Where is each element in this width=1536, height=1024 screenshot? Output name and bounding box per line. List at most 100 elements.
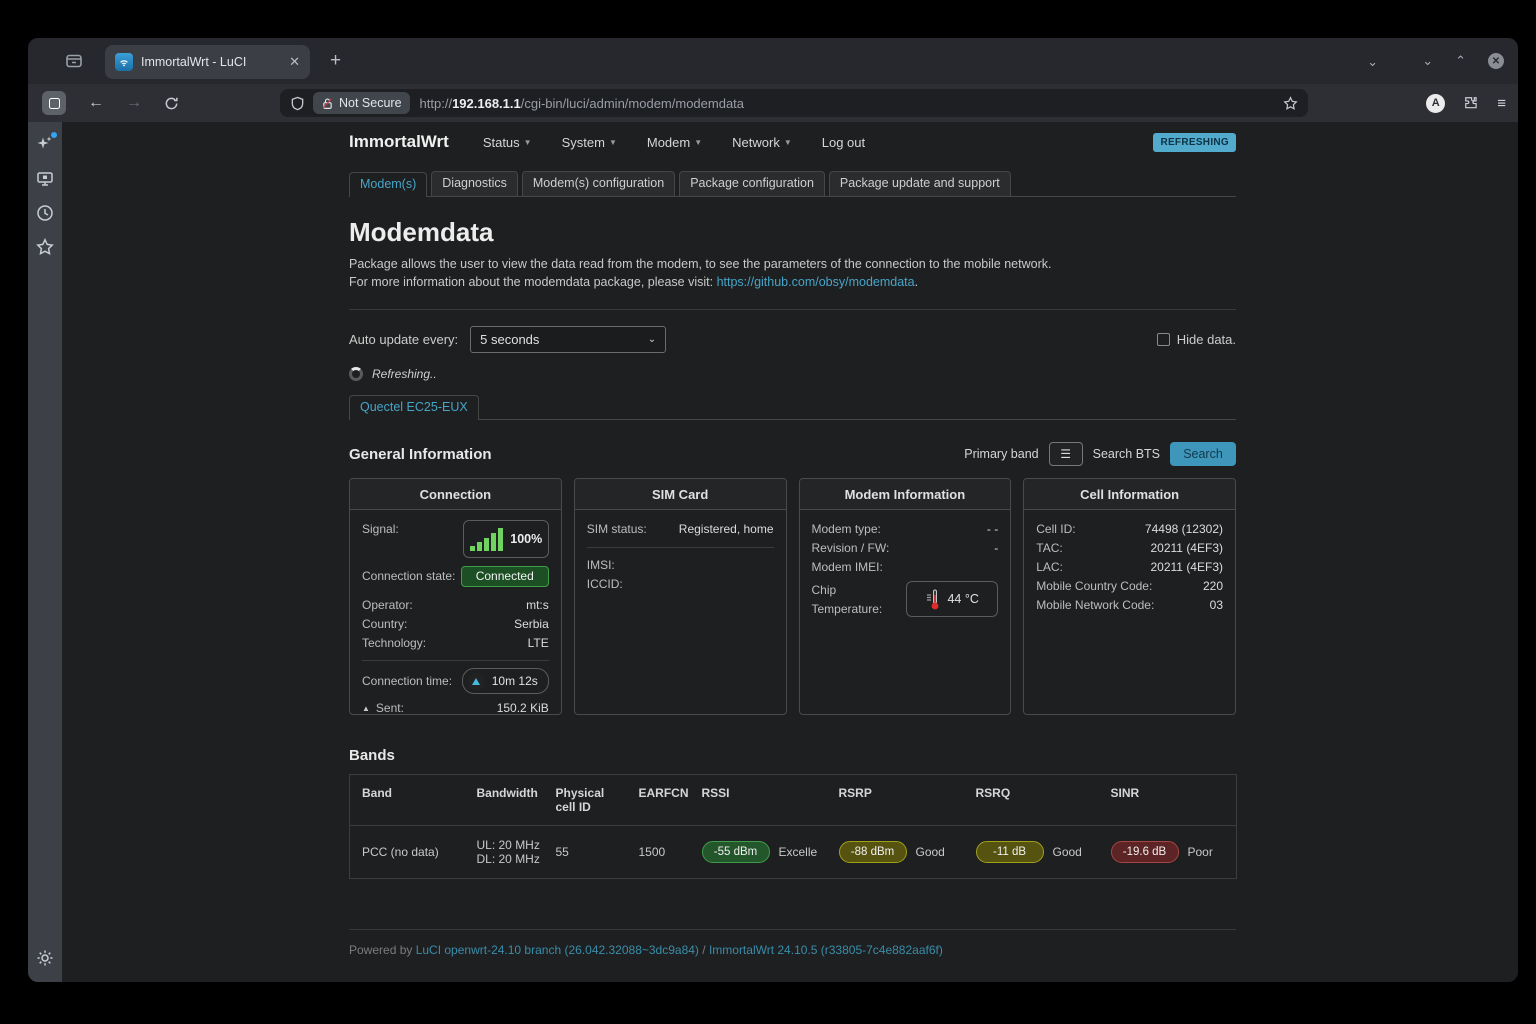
card-title: Cell Information — [1024, 479, 1235, 510]
cell-info-card: Cell Information Cell ID:74498 (12302) T… — [1023, 478, 1236, 715]
menu-hamburger-icon[interactable]: ≡ — [1497, 95, 1506, 112]
timer-icon — [468, 673, 485, 690]
chip-temperature-widget: 44 °C — [906, 581, 998, 617]
window-close-icon[interactable]: ✕ — [1488, 53, 1504, 69]
browser-tab[interactable]: ImmortalWrt - LuCI ✕ — [105, 45, 310, 79]
immortalwrt-version-link[interactable]: ImmortalWrt 24.10.5 (r33805-7c4e882aaf6f… — [709, 943, 943, 957]
card-title: SIM Card — [575, 479, 786, 510]
mcc-value: 220 — [1203, 577, 1223, 596]
sinr-badge: -19.6 dB — [1111, 841, 1179, 863]
refreshing-badge: REFRESHING — [1153, 133, 1236, 152]
url-bar[interactable]: Not Secure http://192.168.1.1/cgi-bin/lu… — [280, 89, 1308, 117]
signal-value: 100% — [510, 530, 542, 549]
chevron-down-icon: ▼ — [524, 138, 532, 147]
col-rsrq: RSRQ — [964, 775, 1099, 826]
tab-modems[interactable]: Modem(s) — [349, 172, 427, 197]
bookmark-star-icon[interactable] — [1283, 96, 1298, 111]
nav-modem[interactable]: Modem▼ — [647, 135, 702, 150]
earfcn-cell: 1500 — [627, 826, 690, 879]
tab-package-configuration[interactable]: Package configuration — [679, 171, 825, 196]
connection-time-widget: 10m 12s — [462, 668, 549, 694]
tab-list-chevron-icon[interactable]: ⌄ — [1367, 54, 1378, 70]
tab-diagnostics[interactable]: Diagnostics — [431, 171, 518, 196]
nav-status[interactable]: Status▼ — [483, 135, 532, 150]
hide-data-checkbox[interactable] — [1157, 333, 1170, 346]
extensions-puzzle-icon[interactable] — [1463, 95, 1479, 111]
connection-time-label: Connection time: — [362, 672, 452, 691]
connection-state-badge: Connected — [461, 566, 549, 587]
rsrq-cell: -11 dBGood — [964, 826, 1099, 879]
window-maximize-icon[interactable]: ⌃ — [1455, 53, 1466, 69]
device-sync-icon[interactable] — [35, 169, 55, 189]
section-tabs: Modem(s) Diagnostics Modem(s) configurat… — [349, 171, 1236, 197]
nav-network[interactable]: Network▼ — [732, 135, 792, 150]
band-cell: PCC (no data) — [350, 826, 465, 879]
shield-icon[interactable] — [290, 96, 305, 111]
lock-crossed-icon — [321, 97, 334, 110]
browser-window: ImmortalWrt - LuCI ✕ + ⌄ ⌄ ⌃ ✕ ← → — [28, 38, 1518, 982]
forward-icon[interactable]: → — [126, 94, 142, 112]
tab-quectel-ec25-eux[interactable]: Quectel EC25-EUX — [349, 395, 479, 420]
nav-system[interactable]: System▼ — [562, 135, 617, 150]
operator-label: Operator: — [362, 596, 413, 615]
sinr-rating: Poor — [1188, 845, 1213, 859]
sim-status-value: Registered, home — [679, 520, 774, 539]
bandwidth-cell: UL: 20 MHzDL: 20 MHz — [465, 826, 544, 879]
rsrp-cell: -88 dBmGood — [827, 826, 964, 879]
modem-type-value: - - — [987, 520, 998, 539]
luci-header: ImmortalWrt Status▼ System▼ Modem▼ Netwo… — [349, 132, 1236, 152]
ai-sparkle-icon[interactable] — [35, 134, 55, 154]
sidebar-toggle-icon[interactable] — [42, 91, 66, 115]
luci-version-link[interactable]: LuCI openwrt-24.10 branch (26.042.32088~… — [416, 943, 699, 957]
divider — [349, 309, 1236, 310]
table-row: PCC (no data) UL: 20 MHzDL: 20 MHz 55 15… — [350, 826, 1237, 879]
revision-value: - — [994, 539, 998, 558]
url-text: http://192.168.1.1/cgi-bin/luci/admin/mo… — [420, 96, 745, 111]
tac-label: TAC: — [1036, 539, 1062, 558]
general-info-heading: General Information — [349, 446, 492, 463]
rsrq-rating: Good — [1053, 845, 1082, 859]
primary-band-label: Primary band — [964, 447, 1038, 461]
tab-modems-configuration[interactable]: Modem(s) configuration — [522, 171, 675, 196]
auto-update-select[interactable]: 5 seconds ⌄ — [470, 326, 666, 353]
device-tabs: Quectel EC25-EUX — [349, 394, 1236, 420]
mnc-value: 03 — [1210, 596, 1223, 615]
window-minimize-icon[interactable]: ⌄ — [1422, 53, 1433, 69]
chip-temperature-label: Chip Temperature: — [812, 581, 907, 619]
back-icon[interactable]: ← — [88, 94, 104, 112]
chevron-down-icon: ▼ — [784, 138, 792, 147]
reload-icon[interactable] — [164, 96, 179, 111]
hide-data-label: Hide data. — [1177, 332, 1236, 347]
tab-close-icon[interactable]: ✕ — [289, 54, 300, 70]
search-bts-label: Search BTS — [1093, 447, 1160, 461]
technology-value: LTE — [528, 634, 549, 653]
primary-band-menu-button[interactable]: ☰ — [1049, 442, 1083, 466]
settings-gear-icon[interactable] — [35, 948, 55, 968]
not-secure-chip[interactable]: Not Secure — [313, 92, 410, 114]
history-clock-icon[interactable] — [35, 203, 55, 223]
revision-label: Revision / FW: — [812, 539, 890, 558]
country-value: Serbia — [514, 615, 549, 634]
account-avatar[interactable]: A — [1426, 94, 1445, 113]
notification-dot — [51, 132, 57, 138]
sent-label: Sent: — [376, 700, 404, 715]
signal-bars-widget: 100% — [463, 520, 549, 558]
search-button[interactable]: Search — [1170, 442, 1236, 466]
new-tab-button[interactable]: + — [330, 50, 341, 72]
tac-value: 20211 (4EF3) — [1151, 539, 1224, 558]
bands-heading: Bands — [349, 747, 1236, 764]
modem-info-card: Modem Information Modem type:- - Revisio… — [799, 478, 1012, 715]
state-label: Connection state: — [362, 567, 455, 586]
chevron-down-icon: ▼ — [694, 138, 702, 147]
auto-update-label: Auto update every: — [349, 332, 458, 347]
connection-card: Connection Signal: — [349, 478, 562, 715]
lac-value: 20211 (4EF3) — [1151, 558, 1224, 577]
tab-package-update[interactable]: Package update and support — [829, 171, 1011, 196]
mcc-label: Mobile Country Code: — [1036, 577, 1152, 596]
nav-logout[interactable]: Log out — [822, 135, 865, 150]
archive-icon[interactable] — [64, 51, 84, 71]
modemdata-link[interactable]: https://github.com/obsy/modemdata — [717, 275, 915, 289]
bookmarks-star-icon[interactable] — [35, 237, 55, 257]
col-physical-cell-id: Physical cell ID — [544, 775, 627, 826]
auto-update-row: Auto update every: 5 seconds ⌄ Hide data… — [349, 326, 1236, 353]
